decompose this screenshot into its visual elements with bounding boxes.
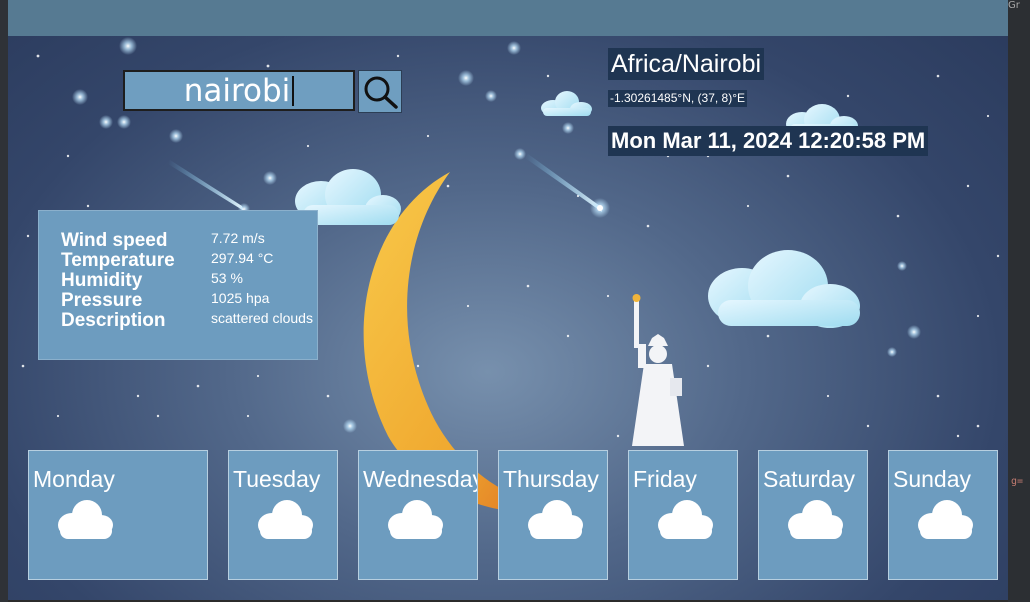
search-input-text: nairobi <box>183 73 291 109</box>
statue-of-liberty <box>632 294 684 446</box>
day-name: Friday <box>633 466 697 492</box>
cloud-icon <box>528 500 583 539</box>
coordinates-label: -1.30261485°N, (37, 8)°E <box>608 90 748 107</box>
weather-app-window: nairobi Africa/Nairobi -1.30261485°N, (3… <box>8 0 1008 600</box>
forecast-card-tuesday[interactable]: Tuesday <box>228 450 338 580</box>
temperature-label: Temperature <box>61 250 175 271</box>
title-bar[interactable] <box>8 0 1008 36</box>
current-weather-panel: Wind speed Temperature Humidity Pressure… <box>38 210 318 360</box>
right-edge-text: Gr <box>1008 0 1020 10</box>
temperature-value: 297.94 °C <box>211 250 274 266</box>
right-window-edge <box>1008 0 1030 602</box>
day-name: Wednesday <box>363 466 478 492</box>
forecast-card-friday[interactable]: Friday <box>628 450 738 580</box>
timezone-label: Africa/Nairobi <box>608 48 765 80</box>
wind-speed-label: Wind speed <box>61 230 168 251</box>
text-caret <box>292 75 295 106</box>
forecast-card-monday[interactable]: Monday <box>28 450 208 580</box>
cloud-icon <box>788 500 843 539</box>
day-name: Tuesday <box>233 466 321 492</box>
local-datetime-label: Mon Mar 11, 2024 12:20:58 PM <box>608 126 929 156</box>
left-window-edge <box>0 0 8 602</box>
day-name: Saturday <box>763 466 856 492</box>
description-value: scattered clouds <box>211 310 313 326</box>
forecast-card-saturday[interactable]: Saturday <box>758 450 868 580</box>
day-name: Sunday <box>893 466 972 492</box>
pressure-label: Pressure <box>61 290 143 311</box>
city-search-input[interactable]: nairobi <box>123 70 355 111</box>
cloud-icon <box>918 500 973 539</box>
forecast-card-thursday[interactable]: Thursday <box>498 450 608 580</box>
wind-speed-value: 7.72 m/s <box>211 230 265 246</box>
description-label: Description <box>61 310 166 331</box>
day-name: Thursday <box>503 466 599 492</box>
forecast-card-wednesday[interactable]: Wednesday <box>358 450 478 580</box>
humidity-label: Humidity <box>61 270 143 291</box>
pressure-value: 1025 hpa <box>211 290 270 306</box>
cloud-icon <box>258 500 313 539</box>
cloud-icon <box>58 500 113 539</box>
cloud-icon <box>388 500 443 539</box>
cloud-icon <box>658 500 713 539</box>
right-edge-code-fragment: g= <box>1011 476 1024 487</box>
forecast-card-sunday[interactable]: Sunday <box>888 450 998 580</box>
search-button[interactable] <box>358 70 402 113</box>
search-icon <box>364 76 398 109</box>
humidity-value: 53 % <box>211 270 243 286</box>
day-name: Monday <box>33 466 115 492</box>
